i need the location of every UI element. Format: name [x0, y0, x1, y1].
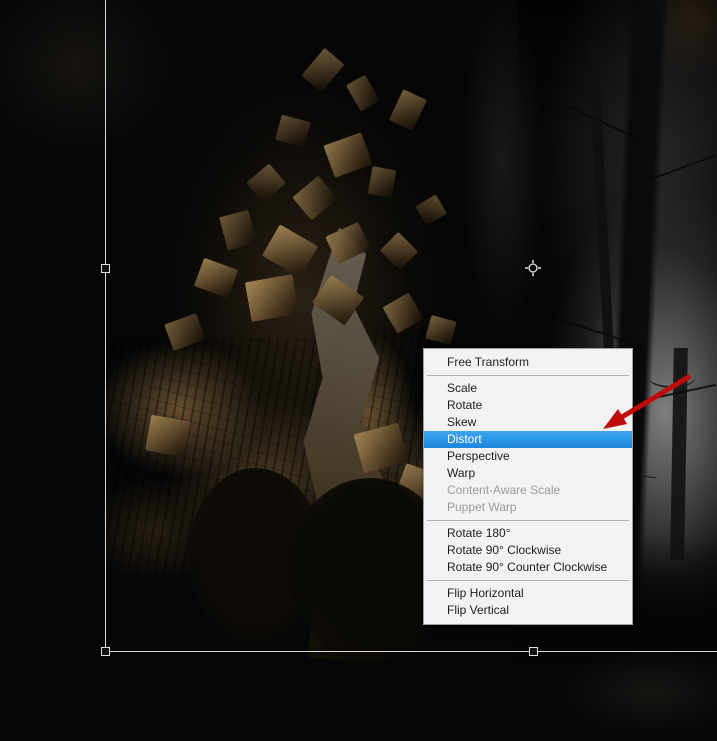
transform-handle-left-middle[interactable] [101, 264, 110, 273]
menu-item-skew[interactable]: Skew [424, 414, 632, 431]
menu-separator [427, 580, 629, 581]
curved-branch [648, 366, 696, 388]
menu-item-puppet-warp: Puppet Warp [447, 500, 517, 514]
menu-item-flip-vertical[interactable]: Flip Vertical [424, 602, 632, 619]
texture-fragment [367, 166, 397, 198]
canvas-area[interactable]: Free Transform Scale Rotate Skew Distort… [0, 0, 717, 741]
menu-item-distort[interactable]: Distort [424, 431, 632, 448]
transform-handle-bottom-center[interactable] [529, 647, 538, 656]
menu-item-free-transform[interactable]: Free Transform [424, 354, 632, 371]
menu-item-rotate-90-ccw[interactable]: Rotate 90° Counter Clockwise [424, 559, 632, 576]
menu-item-rotate[interactable]: Rotate [424, 397, 632, 414]
menu-item-scale[interactable]: Scale [424, 380, 632, 397]
menu-item-perspective[interactable]: Perspective [424, 448, 632, 465]
menu-item-warp[interactable]: Warp [424, 465, 632, 482]
menu-item-content-aware-scale: Content-Aware Scale [447, 483, 561, 497]
menu-item-rotate-180[interactable]: Rotate 180° [424, 525, 632, 542]
transform-box-bottom-edge [105, 651, 717, 652]
menu-item-flip-horizontal[interactable]: Flip Horizontal [424, 585, 632, 602]
transform-handle-bottom-left[interactable] [101, 647, 110, 656]
menu-separator [427, 375, 629, 376]
menu-item-rotate-90-cw[interactable]: Rotate 90° Clockwise [424, 542, 632, 559]
ground-texture [555, 652, 717, 741]
texture-fragment [244, 274, 300, 322]
reference-point-icon[interactable] [524, 259, 542, 277]
transform-box-left-edge [105, 0, 106, 652]
free-transform-context-menu: Free Transform Scale Rotate Skew Distort… [423, 348, 633, 625]
menu-separator [427, 520, 629, 521]
texture-fragment [145, 414, 191, 458]
